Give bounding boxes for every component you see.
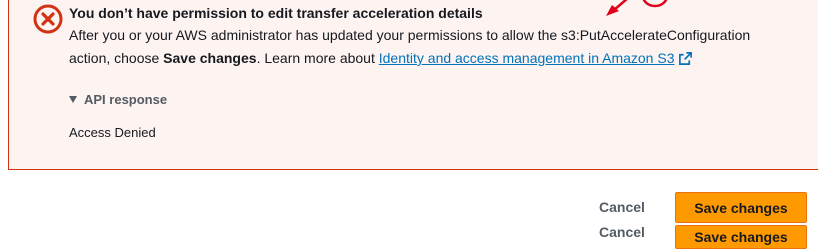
cancel-button-duplicate[interactable]: Cancel (599, 224, 645, 240)
api-response-expander[interactable]: API response (69, 92, 167, 107)
error-circle-icon (33, 4, 63, 34)
save-changes-button-duplicate[interactable]: Save changes (675, 225, 807, 249)
caret-down-icon (69, 96, 77, 103)
alert-message-mid: . Learn more about (256, 50, 379, 66)
save-changes-button[interactable]: Save changes (675, 192, 807, 223)
alert-message-line1: After you or your AWS administrator has … (69, 27, 751, 43)
alert-title: You don’t have permission to edit transf… (69, 5, 483, 21)
alert-message-prefix: action, choose (69, 50, 164, 66)
api-response-text: Access Denied (69, 125, 156, 140)
external-link-icon[interactable] (678, 51, 693, 66)
cancel-button[interactable]: Cancel (599, 199, 645, 215)
iam-docs-link[interactable]: Identity and access management in Amazon… (379, 50, 675, 66)
annotation-arrow-icon (606, 0, 668, 16)
alert-message-line2: action, choose Save changes. Learn more … (69, 50, 693, 66)
alert-message-bold: Save changes (163, 50, 257, 66)
api-response-label: API response (84, 92, 168, 107)
error-alert: You don’t have permission to edit transf… (8, 0, 818, 170)
